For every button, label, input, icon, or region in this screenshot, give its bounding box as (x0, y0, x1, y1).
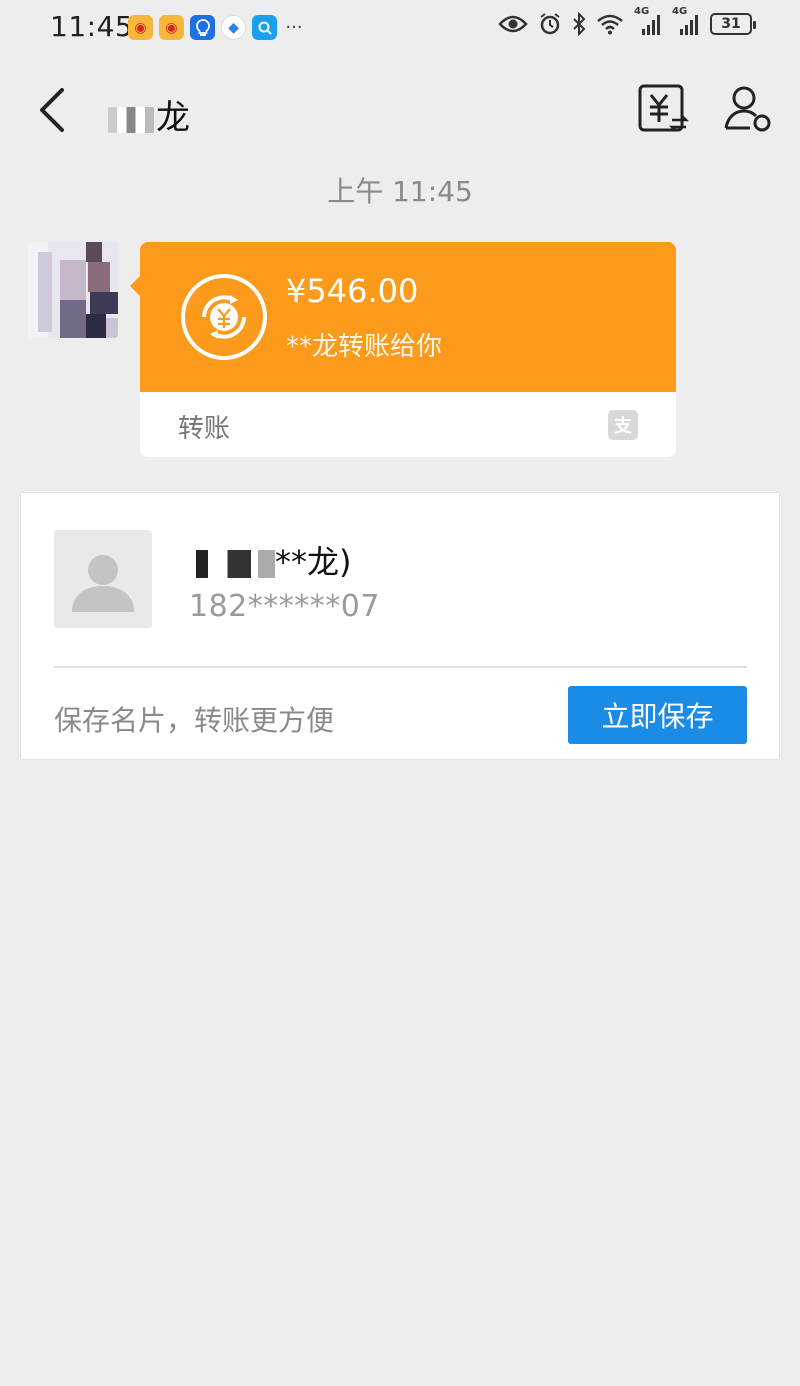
alipay-icon: 支 (608, 410, 638, 440)
save-contact-button[interactable]: 立即保存 (568, 686, 747, 744)
alarm-icon (538, 12, 562, 36)
eye-icon (498, 14, 528, 34)
search-icon (252, 15, 277, 40)
transfer-label: 转账 (178, 414, 231, 444)
chat-screen: 11:45 ◉ ◉ ◆ ··· 4G 4G 31 龙 上午 11:45 ¥546… (0, 0, 800, 1386)
person-settings-icon (724, 86, 771, 132)
save-hint-text: 保存名片，转账更方便 (54, 704, 335, 737)
contact-card: **龙) 182******07 保存名片，转账更方便 立即保存 (20, 492, 780, 760)
bluetooth-icon (572, 12, 586, 36)
battery-level: 31 (721, 16, 741, 32)
battery-icon: 31 (710, 13, 756, 35)
nav-bar: 龙 (0, 64, 800, 154)
contact-name-text: **龙) (275, 543, 352, 581)
signal-label: 4G (634, 6, 650, 17)
vpn-icon: ◆ (221, 15, 246, 40)
notification-icons: ◉ ◉ ◆ ··· (128, 15, 305, 40)
yuan-transfer-icon (638, 84, 690, 132)
wifi-icon (596, 13, 624, 35)
status-time: 11:45 (50, 10, 134, 43)
contact-name: **龙) (189, 537, 352, 583)
lightbulb-icon (190, 15, 215, 40)
more-icon: ··· (285, 17, 303, 38)
chat-title: 龙 (108, 90, 190, 139)
bubble-tail (130, 276, 140, 296)
transfer-amount: ¥546.00 (286, 272, 419, 310)
status-bar: 11:45 ◉ ◉ ◆ ··· 4G 4G 31 (0, 0, 800, 58)
yuan-exchange-icon (181, 274, 267, 360)
chat-title-text: 龙 (156, 98, 190, 138)
signal-icon: 4G (634, 6, 662, 36)
sender-avatar[interactable] (28, 242, 118, 338)
chevron-left-icon (40, 88, 64, 132)
signal-label: 4G (672, 6, 688, 17)
system-icons: 4G 4G 31 (498, 6, 756, 36)
transfer-button[interactable] (634, 82, 690, 138)
default-avatar-icon (54, 530, 152, 628)
back-button[interactable] (30, 82, 80, 138)
contact-phone: 182******07 (189, 589, 380, 624)
transfer-description: **龙转账给你 (286, 332, 443, 362)
redacted-mosaic (108, 106, 154, 133)
signal-icon: 4G (672, 6, 700, 36)
contact-settings-button[interactable] (720, 82, 776, 138)
transfer-message-card[interactable]: ¥546.00 **龙转账给你 转账 支 (130, 242, 676, 457)
divider (54, 666, 747, 668)
weibo-icon: ◉ (159, 15, 184, 40)
weibo-icon: ◉ (128, 15, 153, 40)
message-timestamp: 上午 11:45 (327, 175, 473, 208)
redacted-mosaic (189, 550, 275, 578)
